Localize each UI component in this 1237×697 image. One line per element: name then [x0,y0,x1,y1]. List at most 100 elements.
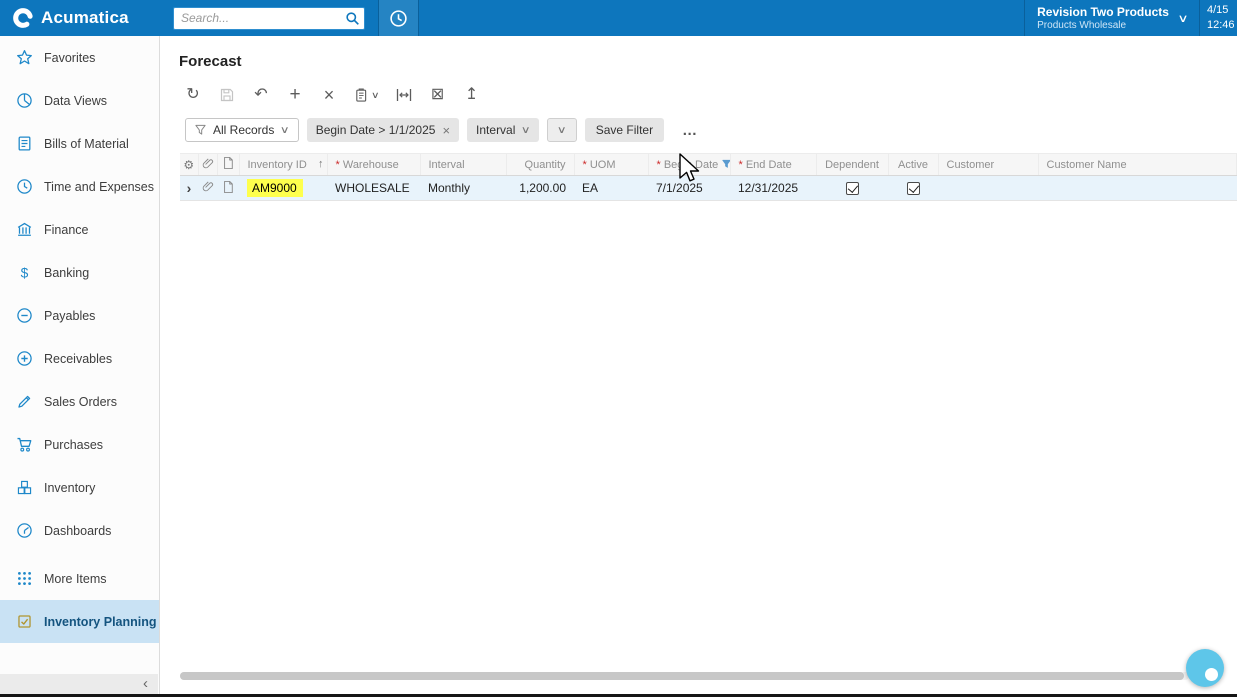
cell-uom[interactable]: EA [574,176,648,201]
copy-paste-button[interactable]: ∨ [354,87,379,103]
records-filter-value: All Records [213,123,274,137]
acumatica-logo-icon [12,7,34,29]
notes-column-header[interactable] [217,154,239,176]
forecast-grid: ⚙ Inventory ID ↑ Warehouse Interval Quan… [180,153,1237,201]
column-header-interval[interactable]: Interval [420,154,506,176]
gear-icon: ⚙ [183,158,194,172]
delete-row-button[interactable]: × [320,85,338,105]
minus-circle-icon [15,307,33,325]
row-attachment-cell[interactable] [198,176,217,201]
filter-chip-begin-date[interactable]: Begin Date > 1/1/2025 × [307,118,459,142]
sidebar-item-data-views[interactable]: Data Views [0,79,159,122]
save-button[interactable] [218,85,236,105]
sidebar-item-label: Bills of Material [44,137,129,151]
save-icon [219,87,235,103]
cell-quantity[interactable]: 1,200.00 [506,176,574,201]
sidebar-footer: ‹ [0,674,158,694]
clock-icon [389,9,408,28]
save-filter-button[interactable]: Save Filter [585,118,664,142]
column-header-dependent[interactable]: Dependent [816,154,888,176]
active-checkbox[interactable] [907,182,920,195]
undo-button[interactable]: ↶ [252,85,270,105]
inventory-id-value: AM9000 [247,179,303,197]
sidebar-item-dashboards[interactable]: Dashboards [0,509,159,552]
cell-dependent[interactable] [816,176,888,201]
filter-chip-label: Begin Date > 1/1/2025 [316,123,436,137]
sidebar-item-label: Favorites [44,51,95,65]
sidebar-item-more-items[interactable]: More Items [0,557,159,600]
add-filter-dropdown[interactable]: ∨ [547,118,577,142]
sidebar-item-time-and-expenses[interactable]: Time and Expenses [0,165,159,208]
sidebar-item-label: Sales Orders [44,395,117,409]
remove-filter-icon[interactable]: × [442,123,450,138]
grid-dots-icon [15,570,33,588]
column-header-customer[interactable]: Customer [938,154,1038,176]
sidebar-item-banking[interactable]: $ Banking [0,251,159,294]
horizontal-scrollbar[interactable] [180,672,1189,680]
sidebar-item-label: Dashboards [44,524,111,538]
sidebar-collapse-icon[interactable]: ‹ [143,675,148,692]
current-time: 12:46 [1207,18,1237,33]
cell-inventory-id[interactable]: AM9000 [239,176,327,201]
search-icon[interactable] [345,11,360,26]
column-header-end-date[interactable]: End Date [730,154,816,176]
global-search[interactable] [173,7,365,30]
cell-customer-name[interactable] [1038,176,1237,201]
cell-interval[interactable]: Monthly [420,176,506,201]
sidebar-item-inventory[interactable]: Inventory [0,466,159,509]
sidebar-item-payables[interactable]: Payables [0,294,159,337]
column-header-inventory-id[interactable]: Inventory ID ↑ [239,154,327,176]
sidebar-item-label: Banking [44,266,89,280]
paperclip-icon [202,180,214,193]
expand-row-icon[interactable]: › [187,180,192,196]
scrollbar-thumb[interactable] [180,672,1184,680]
attachments-column-header[interactable] [198,154,217,176]
topbar: Acumatica Revision Two Products Products… [0,0,1237,36]
cell-begin-date[interactable]: 7/1/2025 [648,176,730,201]
sidebar-item-bills-of-material[interactable]: Bills of Material [0,122,159,165]
cell-active[interactable] [888,176,938,201]
dollar-icon: $ [15,264,33,282]
cell-end-date[interactable]: 12/31/2025 [730,176,816,201]
sidebar-item-inventory-planning[interactable]: Inventory Planning [0,600,159,643]
sidebar: Favorites Data Views Bills of Material T… [0,36,160,694]
cell-customer[interactable] [938,176,1038,201]
row-note-cell[interactable] [217,176,239,201]
export-to-excel-button[interactable]: ⊠ [429,85,447,105]
column-header-warehouse[interactable]: Warehouse [327,154,420,176]
grid-row-am9000[interactable]: › AM9000 WHOLESALE Monthly 1,200.00 EA 7… [180,176,1237,201]
column-header-customer-name[interactable]: Customer Name [1038,154,1237,176]
refresh-button[interactable]: ↻ [184,85,202,105]
upload-button[interactable]: ↥ [463,85,481,105]
bank-icon [15,221,33,239]
add-row-button[interactable]: + [286,85,304,105]
dependent-checkbox[interactable] [846,182,859,195]
column-header-begin-date[interactable]: Begin Date [648,154,730,176]
records-filter-select[interactable]: All Records ∨ [185,118,299,142]
file-icon [222,180,234,194]
column-header-quantity[interactable]: Quantity [506,154,574,176]
company-branch-selector[interactable]: Revision Two Products Products Wholesale… [1025,0,1199,36]
clock-icon [15,178,33,196]
assistant-chat-bubble[interactable] [1186,649,1224,687]
sidebar-item-label: More Items [44,572,107,586]
fit-to-screen-button[interactable] [395,85,413,105]
business-date-button[interactable] [379,0,418,36]
topbar-divider [418,0,419,36]
column-settings-button[interactable]: ⚙ [180,154,198,176]
sidebar-item-sales-orders[interactable]: Sales Orders [0,380,159,423]
column-header-active[interactable]: Active [888,154,938,176]
sidebar-item-finance[interactable]: Finance [0,208,159,251]
chevron-down-icon: ∨ [371,90,380,101]
app-logo[interactable]: Acumatica [0,0,160,36]
sidebar-item-label: Payables [44,309,95,323]
more-options-button[interactable]: … [682,122,698,139]
sidebar-item-purchases[interactable]: Purchases [0,423,159,466]
sidebar-item-favorites[interactable]: Favorites [0,36,159,79]
column-header-uom[interactable]: UOM [574,154,648,176]
sidebar-item-receivables[interactable]: Receivables [0,337,159,380]
sidebar-item-label: Inventory [44,481,95,495]
filter-chip-interval[interactable]: Interval ∨ [467,118,539,142]
search-input[interactable] [181,11,345,25]
cell-warehouse[interactable]: WHOLESALE [327,176,420,201]
